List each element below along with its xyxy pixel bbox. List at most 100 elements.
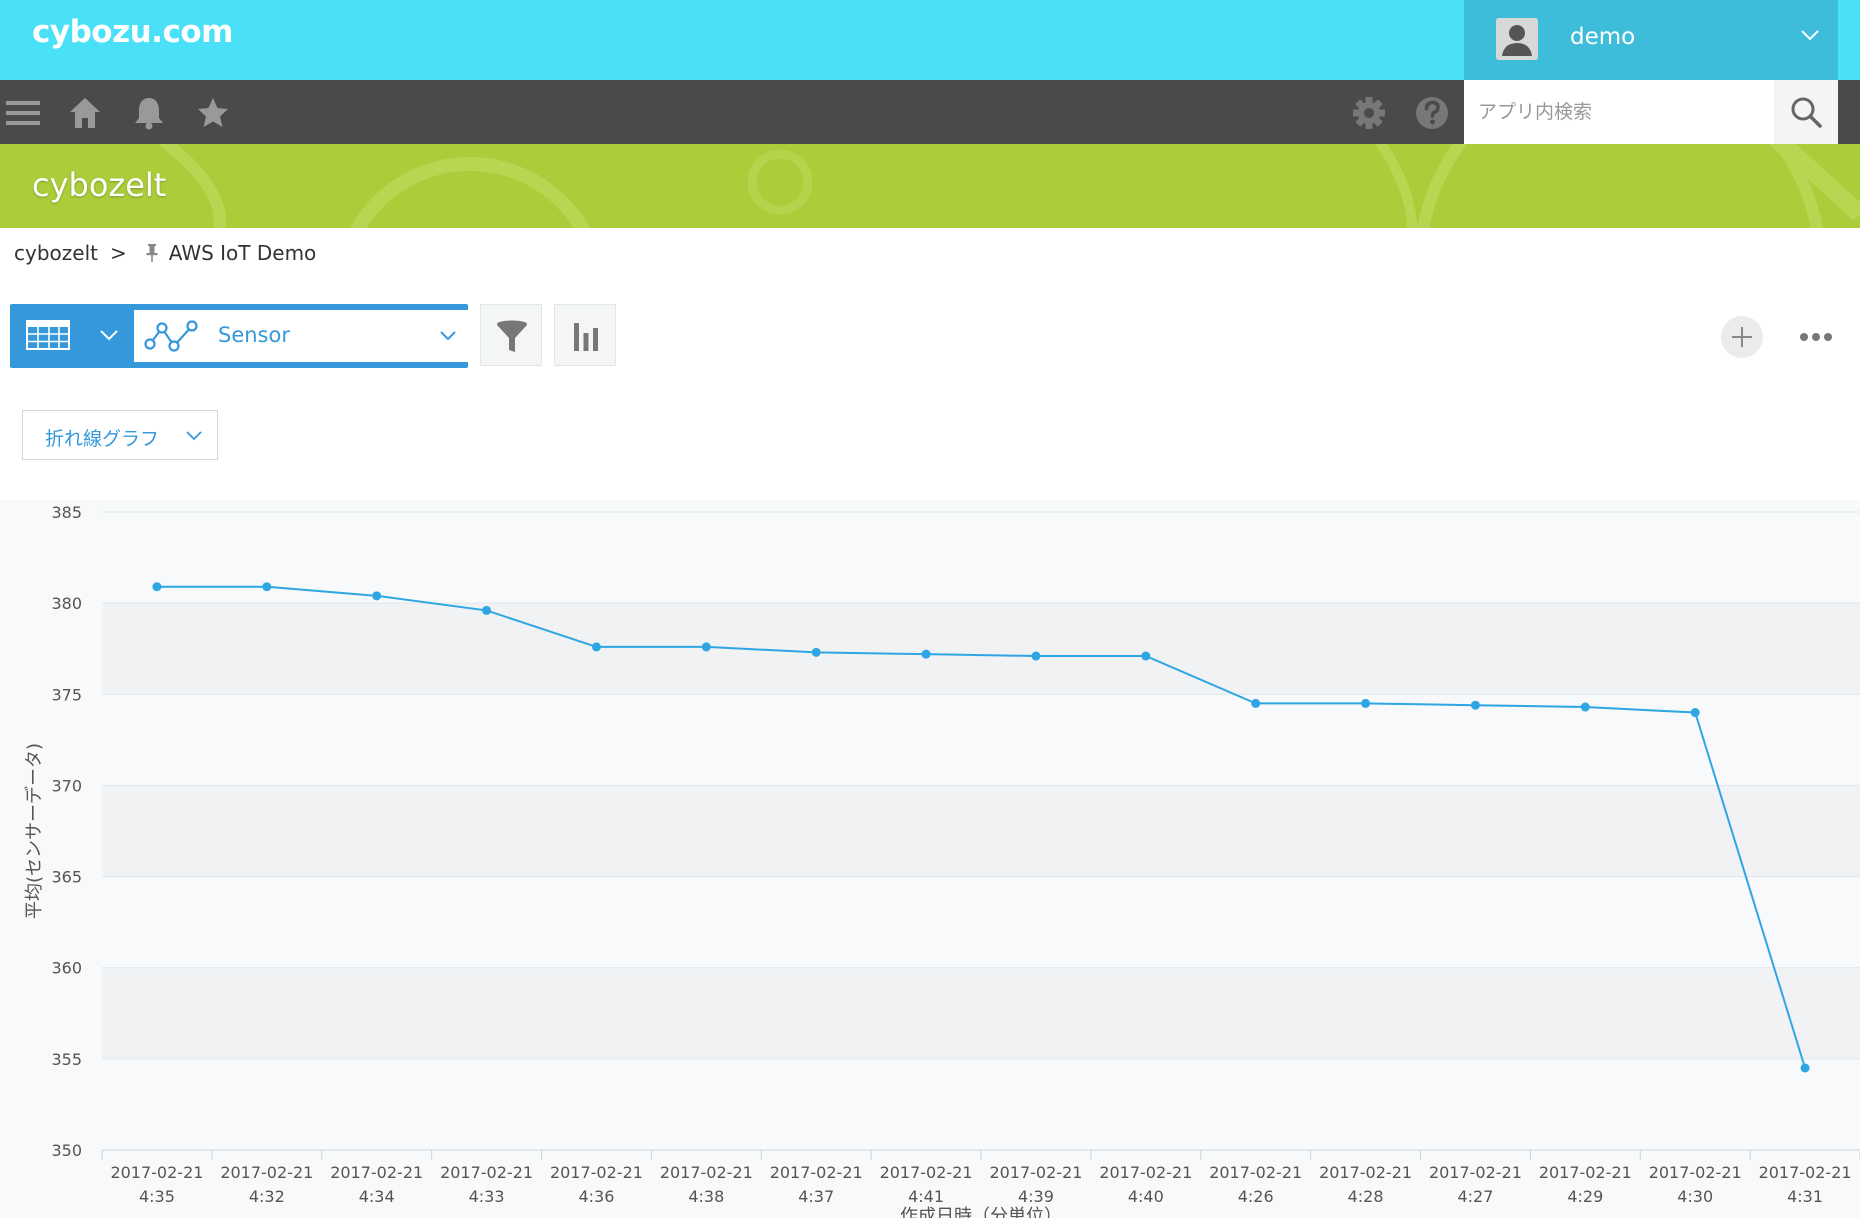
grid-band bbox=[102, 967, 1860, 1059]
y-tick-label: 365 bbox=[51, 868, 82, 887]
grid-band bbox=[102, 876, 1860, 968]
x-tick-label-time: 4:39 bbox=[1018, 1187, 1054, 1206]
data-point bbox=[1361, 698, 1371, 708]
grid-band bbox=[102, 1058, 1860, 1150]
user-avatar-icon bbox=[1496, 18, 1538, 60]
view-select[interactable]: Sensor bbox=[134, 310, 470, 362]
y-axis-title: 平均(センサーデータ) bbox=[24, 743, 45, 919]
space-banner: cybozelt bbox=[0, 144, 1860, 228]
graph-settings-button[interactable] bbox=[554, 304, 616, 366]
filter-button[interactable] bbox=[480, 304, 542, 366]
x-tick-label-time: 4:36 bbox=[578, 1187, 614, 1206]
x-tick-label-time: 4:27 bbox=[1457, 1187, 1493, 1206]
app-search bbox=[1464, 80, 1838, 144]
x-tick-label-time: 4:30 bbox=[1677, 1187, 1713, 1206]
grid-band bbox=[102, 512, 1860, 604]
x-tick-label-time: 4:35 bbox=[139, 1187, 175, 1206]
search-button[interactable] bbox=[1774, 80, 1838, 144]
x-tick-label-date: 2017-02-21 bbox=[1099, 1163, 1192, 1182]
x-tick-label-date: 2017-02-21 bbox=[1209, 1163, 1302, 1182]
x-tick-label-date: 2017-02-21 bbox=[1759, 1163, 1852, 1182]
bar-chart-icon bbox=[574, 323, 598, 351]
data-point bbox=[1580, 702, 1590, 712]
data-point bbox=[591, 642, 601, 652]
x-tick-label-date: 2017-02-21 bbox=[989, 1163, 1082, 1182]
filter-icon bbox=[497, 320, 527, 352]
x-tick-label-time: 4:33 bbox=[469, 1187, 505, 1206]
chart-area: 350 355 360 365 370 375 380 385 2017-02-21 4:35 20… bbox=[0, 500, 1860, 1218]
banner-pattern bbox=[157, 144, 1860, 228]
help-icon[interactable] bbox=[1413, 94, 1451, 132]
x-tick-label-time: 4:37 bbox=[798, 1187, 834, 1206]
x-tick-label-date: 2017-02-21 bbox=[1429, 1163, 1522, 1182]
pin-icon bbox=[146, 244, 158, 262]
data-point bbox=[1031, 651, 1041, 661]
y-tick-label: 375 bbox=[51, 685, 82, 704]
search-icon bbox=[1791, 97, 1822, 128]
bell-icon[interactable] bbox=[130, 94, 168, 132]
x-tick-label-time: 4:29 bbox=[1567, 1187, 1603, 1206]
chart-type-label: 折れ線グラフ bbox=[45, 428, 160, 450]
grid-band bbox=[102, 603, 1860, 695]
view-type-chevron-icon[interactable] bbox=[98, 324, 120, 346]
x-tick-label-date: 2017-02-21 bbox=[1319, 1163, 1412, 1182]
line-chart: 350 355 360 365 370 375 380 385 2017-02-21 4:35 20… bbox=[24, 503, 1860, 1218]
x-tick-label-date: 2017-02-21 bbox=[660, 1163, 753, 1182]
x-tick-label-date: 2017-02-21 bbox=[550, 1163, 643, 1182]
y-tick-label: 380 bbox=[51, 594, 82, 613]
menu-icon[interactable] bbox=[4, 94, 42, 132]
x-tick-label-date: 2017-02-21 bbox=[220, 1163, 313, 1182]
line-graph-icon bbox=[144, 320, 198, 352]
x-tick-label-date: 2017-02-21 bbox=[1649, 1163, 1742, 1182]
x-tick-label-date: 2017-02-21 bbox=[880, 1163, 973, 1182]
data-point bbox=[1251, 698, 1261, 708]
x-tick-label-time: 4:38 bbox=[688, 1187, 724, 1206]
cybozu-logo[interactable]: cybozu.com bbox=[32, 14, 233, 50]
x-tick-label-date: 2017-02-21 bbox=[440, 1163, 533, 1182]
chevron-down-icon bbox=[440, 331, 456, 341]
data-point bbox=[372, 591, 382, 601]
view-switcher: Sensor bbox=[10, 304, 470, 368]
x-tick-label-time: 4:40 bbox=[1128, 1187, 1164, 1206]
add-record-button[interactable] bbox=[1721, 316, 1763, 358]
table-view-icon[interactable] bbox=[26, 320, 70, 350]
chevron-down-icon bbox=[1801, 30, 1819, 41]
data-point bbox=[1690, 708, 1700, 718]
x-tick-label-date: 2017-02-21 bbox=[330, 1163, 423, 1182]
x-tick-label-time: 4:41 bbox=[908, 1187, 944, 1206]
data-point bbox=[262, 582, 272, 592]
breadcrumb-separator: > bbox=[109, 241, 127, 265]
search-input[interactable] bbox=[1464, 80, 1774, 144]
breadcrumb-space-link[interactable]: cybozelt bbox=[14, 241, 98, 265]
gear-icon[interactable] bbox=[1350, 94, 1388, 132]
x-tick-label-time: 4:31 bbox=[1787, 1187, 1823, 1206]
x-tick-label-time: 4:32 bbox=[249, 1187, 285, 1206]
x-axis-title: 作成日時（分単位） bbox=[900, 1206, 1062, 1218]
view-name: Sensor bbox=[218, 323, 290, 347]
user-menu[interactable]: demo bbox=[1464, 0, 1838, 80]
data-point bbox=[1800, 1063, 1810, 1073]
breadcrumb: cybozelt > AWS IoT Demo bbox=[14, 241, 316, 265]
y-tick-label: 355 bbox=[51, 1050, 82, 1069]
y-tick-label: 385 bbox=[51, 503, 82, 522]
data-point bbox=[811, 647, 821, 657]
data-point bbox=[921, 649, 931, 659]
star-icon[interactable] bbox=[194, 94, 232, 132]
x-tick-label-date: 2017-02-21 bbox=[110, 1163, 203, 1182]
x-tick-label-date: 2017-02-21 bbox=[770, 1163, 863, 1182]
y-tick-label: 360 bbox=[51, 959, 82, 978]
plus-icon bbox=[1732, 327, 1752, 347]
data-point bbox=[701, 642, 711, 652]
data-point bbox=[1141, 651, 1151, 661]
y-tick-label: 350 bbox=[51, 1141, 82, 1160]
home-icon[interactable] bbox=[66, 94, 104, 132]
space-name: cybozelt bbox=[32, 166, 167, 204]
x-tick-label-time: 4:34 bbox=[359, 1187, 395, 1206]
chart-type-dropdown[interactable]: 折れ線グラフ bbox=[22, 410, 218, 460]
breadcrumb-app-link[interactable]: AWS IoT Demo bbox=[169, 241, 317, 265]
y-tick-label: 370 bbox=[51, 776, 82, 795]
more-options-icon[interactable] bbox=[1796, 320, 1836, 354]
data-point bbox=[152, 582, 162, 592]
chevron-down-icon bbox=[186, 431, 202, 441]
x-tick-label-date: 2017-02-21 bbox=[1539, 1163, 1632, 1182]
